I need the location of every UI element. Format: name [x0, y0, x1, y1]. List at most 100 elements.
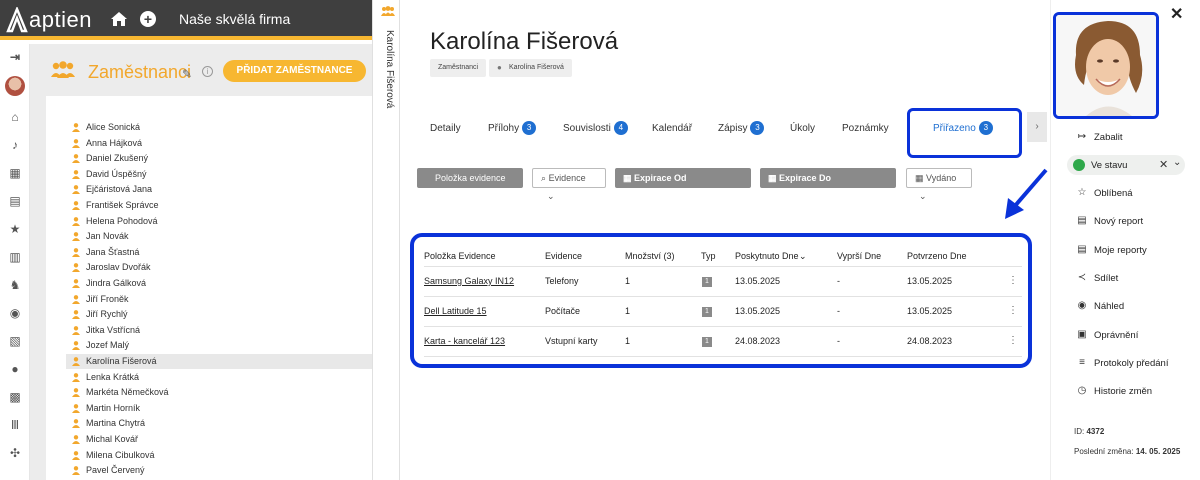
employee-list-item[interactable]: Martina Chytrá [70, 416, 370, 431]
person-icon[interactable]: ● [8, 362, 22, 376]
expand-icon[interactable]: ⇥ [8, 50, 22, 64]
profile-photo[interactable] [1053, 12, 1159, 119]
list-icon[interactable]: ▩ [8, 390, 22, 404]
employee-list-item[interactable]: Jindra Gálková [70, 276, 370, 291]
check-circle-icon[interactable]: ◉ [8, 306, 22, 320]
chevron-down-icon[interactable]: ⌄ [1173, 157, 1181, 168]
employee-list-item[interactable]: Daniel Zkušený [70, 151, 370, 166]
user-avatar[interactable] [5, 76, 25, 96]
employee-list-item[interactable]: Jiří Rychlý [70, 307, 370, 322]
column-header[interactable]: Evidence [545, 251, 582, 261]
filter-expiry-to[interactable]: ▦ Expirace Do [760, 168, 896, 188]
item-link[interactable]: Dell Latitude 15 [424, 306, 487, 316]
employee-list-item[interactable]: Jiří Froněk [70, 292, 370, 307]
dog-icon[interactable]: ♞ [8, 278, 22, 292]
clipboard-icon[interactable]: ▤ [8, 194, 22, 208]
tab-zapisy[interactable]: Zápisy 3 [718, 120, 765, 138]
edit-icon[interactable]: ✎ [182, 67, 192, 81]
permissions-icon[interactable]: ▣ [1076, 329, 1088, 340]
tabs-scroll-right-button[interactable]: › [1027, 112, 1047, 142]
breadcrumb-item[interactable]: Zaměstnanci [430, 59, 487, 77]
action-3[interactable]: Moje reporty [1094, 245, 1147, 256]
employee-list-item[interactable]: Martin Horník [70, 401, 370, 416]
star-icon[interactable]: ☆ [1076, 187, 1088, 198]
employee-list-item[interactable]: Markéta Němečková [70, 385, 370, 400]
row-menu-icon[interactable]: ⋮ [1008, 336, 1018, 346]
employee-list-item[interactable]: Pavel Červený [70, 463, 370, 478]
home-icon[interactable] [110, 11, 128, 27]
employee-list-item[interactable]: František Správce [70, 198, 370, 213]
employee-list-item[interactable]: Anna Hájková [70, 136, 370, 151]
bell-icon[interactable]: ♪ [8, 138, 22, 152]
tab-souvislosti[interactable]: Souvislosti 4 [563, 120, 628, 138]
action-5[interactable]: Náhled [1094, 301, 1124, 312]
action-4[interactable]: Sdílet [1094, 273, 1118, 284]
person-icon [72, 263, 80, 273]
books-icon[interactable]: Ⅲ [8, 418, 22, 432]
info-icon[interactable]: i [202, 66, 213, 77]
record-vertical-tab[interactable]: Karolína Fišerová [372, 0, 400, 480]
filter-expiry-from[interactable]: ▦ Expirace Od [615, 168, 751, 188]
action-6[interactable]: Oprávnění [1094, 330, 1138, 341]
new-report-icon[interactable]: ▤ [1076, 215, 1088, 226]
employee-list-item[interactable]: Jan Novák [70, 229, 370, 244]
clear-icon[interactable]: ✕ [1159, 158, 1168, 171]
filter-item[interactable]: Položka evidence ⌄ [417, 168, 523, 203]
history-icon[interactable]: ◷ [1076, 385, 1088, 396]
collapse-button[interactable]: Zabalit [1094, 132, 1123, 143]
tab-kalendar[interactable]: Kalendář [652, 120, 692, 138]
filter-issued[interactable]: ▦ Vydáno ⌄ [906, 168, 972, 201]
star-icon[interactable]: ★ [8, 222, 22, 236]
table-cell: 13.05.2025 [735, 276, 781, 286]
home-icon[interactable]: ⌂ [8, 110, 22, 124]
employee-list-item[interactable]: Alice Sonická [70, 120, 370, 135]
column-header[interactable]: Položka Evidence [424, 251, 496, 261]
employee-list-item[interactable]: Jitka Vstřícná [70, 323, 370, 338]
network-icon[interactable]: ✣ [8, 446, 22, 460]
column-header[interactable]: Množství (3) [625, 251, 675, 261]
tab-ukoly[interactable]: Úkoly [790, 120, 815, 138]
handover-icon[interactable]: ≡ [1076, 357, 1088, 368]
action-8[interactable]: Historie změn [1094, 386, 1152, 397]
employee-list-item[interactable]: Helena Pohodová [70, 214, 370, 229]
action-2[interactable]: Nový report [1094, 216, 1143, 227]
employee-list-item[interactable]: Ejčáristová Jana [70, 182, 370, 197]
column-header[interactable]: Potvrzeno Dne [907, 251, 967, 261]
preview-icon[interactable]: ◉ [1076, 300, 1088, 311]
action-7[interactable]: Protokoly předání [1094, 358, 1168, 369]
column-header[interactable]: Typ [701, 251, 716, 261]
column-header[interactable]: Poskytnuto Dne [735, 251, 799, 261]
aptien-logo[interactable]: aptien [6, 6, 92, 34]
filter-evidence[interactable]: ⌕ Evidence ⌄ [532, 168, 606, 201]
employee-list-item[interactable]: Jozef Malý [70, 338, 370, 353]
add-employee-button[interactable]: PŘIDAT ZAMĚSTNANCE [223, 60, 366, 82]
employee-list-item[interactable]: David Úspěšný [70, 167, 370, 182]
company-name[interactable]: Naše skvělá firma [179, 11, 290, 27]
share-icon[interactable]: ≺ [1076, 272, 1088, 283]
item-link[interactable]: Karta - kancelář 123 [424, 336, 505, 346]
report-icon[interactable]: ▧ [8, 334, 22, 348]
reports-icon[interactable]: ▤ [1076, 244, 1088, 255]
document-icon[interactable]: ▥ [8, 250, 22, 264]
column-header[interactable]: Vyprší Dne [837, 251, 881, 261]
sort-desc-icon[interactable]: ⌄ [799, 251, 807, 262]
tab-prilohy[interactable]: Přílohy 3 [488, 120, 537, 138]
tab-detaily[interactable]: Detaily [430, 120, 461, 138]
employee-list-item[interactable]: Jana Šťastná [70, 245, 370, 260]
tab-poznamky[interactable]: Poznámky [842, 120, 889, 138]
row-menu-icon[interactable]: ⋮ [1008, 306, 1018, 316]
employee-list-item[interactable]: Karolína Fišerová [66, 354, 372, 369]
calendar-icon[interactable]: ▦ [8, 166, 22, 180]
collapse-icon[interactable]: ↦ [1076, 131, 1088, 142]
employee-list-item[interactable]: Michal Kovář [70, 432, 370, 447]
add-icon[interactable]: + [140, 11, 156, 27]
employee-list-item[interactable]: Jaroslav Dvořák [70, 260, 370, 275]
row-menu-icon[interactable]: ⋮ [1008, 276, 1018, 286]
item-link[interactable]: Samsung Galaxy IN12 [424, 276, 514, 286]
close-icon[interactable]: ✕ [1170, 4, 1183, 24]
breadcrumb-item[interactable]: ● Karolína Fišerová [489, 59, 572, 77]
employee-list-item[interactable]: Milena Cibulková [70, 448, 370, 463]
employee-list-item[interactable]: Lenka Krátká [70, 370, 370, 385]
status-selector[interactable]: Ve stavu ✕ ⌄ [1067, 155, 1185, 175]
action-1[interactable]: Oblíbená [1094, 188, 1133, 199]
